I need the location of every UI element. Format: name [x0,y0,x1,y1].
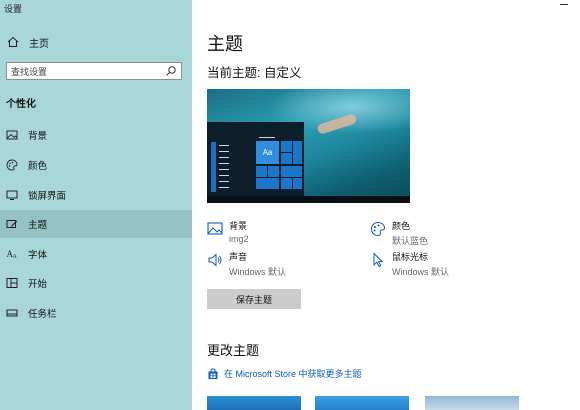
page-title: 主题 [207,34,243,54]
sidebar-item-home[interactable]: 主页 [6,34,49,50]
theme-thumbnail[interactable] [207,396,301,410]
preview-tile [293,178,302,189]
change-theme-title: 更改主题 [207,343,260,358]
mouse-cursor-icon [370,252,386,268]
store-link[interactable]: 在 Microsoft Store 中获取更多主题 [207,367,362,380]
sidebar: 设置 主页 查找设置 个性化 背景 颜色 锁屏界面 主题 A A 字体 开始 任… [0,0,192,410]
sidebar-item-label: 主题 [28,220,48,231]
cursor-name: 鼠标光标 [392,252,429,262]
search-input[interactable]: 查找设置 [6,62,182,80]
picture-icon [207,221,223,237]
sidebar-item-taskbar[interactable]: 任务栏 [0,299,192,327]
preview-tile [256,166,267,177]
svg-text:A: A [13,254,18,260]
palette-icon [6,159,18,171]
sound-setting[interactable]: 声音 Windows 默认 [207,250,286,278]
search-placeholder: 查找设置 [11,66,48,77]
preview-tile [293,141,302,164]
minimize-button[interactable] [560,4,568,5]
taskbar-icon [6,307,18,319]
window-title: 设置 [4,4,23,14]
preview-tile [268,166,279,177]
sidebar-item-label: 字体 [28,250,48,261]
sidebar-item-label: 开始 [28,279,48,290]
home-icon [6,35,20,49]
sidebar-item-background[interactable]: 背景 [0,121,192,149]
background-value: img2 [229,234,249,244]
font-icon: AA [6,248,18,260]
speaker-icon [207,252,223,268]
sound-value: Windows 默认 [229,267,287,277]
sidebar-item-font[interactable]: AA 字体 [0,240,192,268]
sidebar-item-label: 任务栏 [28,309,57,320]
picture-icon [6,129,18,141]
preview-tile [281,178,292,189]
start-icon [6,277,18,289]
sidebar-item-lock-screen[interactable]: 锁屏界面 [0,181,192,209]
main-content: 主题 当前主题: 自定义 Aa 背景 img2 颜色 默认蓝色 声音 Windo… [192,0,580,410]
preview-tile-aa: Aa [256,141,279,164]
cursor-value: Windows 默认 [392,267,450,277]
preview-tile [281,166,302,177]
background-setting[interactable]: 背景 img2 [207,219,249,244]
sidebar-item-theme[interactable]: 主题 [0,210,192,238]
palette-icon [370,221,386,237]
lock-screen-icon [6,189,18,201]
preview-taskbar [207,196,410,203]
sidebar-item-label: 锁屏界面 [28,191,67,202]
sidebar-item-start[interactable]: 开始 [0,269,192,297]
sidebar-item-label: 颜色 [28,161,48,172]
color-value: 默认蓝色 [392,236,429,246]
search-icon[interactable] [165,65,177,77]
home-label: 主页 [29,38,49,50]
theme-icon [6,218,18,230]
current-theme-label: 当前主题: 自定义 [207,66,302,80]
cursor-setting[interactable]: 鼠标光标 Windows 默认 [370,250,449,278]
preview-tile [256,178,279,189]
preview-tile [281,141,292,152]
color-name: 颜色 [392,221,411,231]
sound-name: 声音 [229,252,248,262]
sidebar-item-color[interactable]: 颜色 [0,151,192,179]
section-label: 个性化 [6,99,36,110]
sidebar-item-label: 背景 [28,131,48,142]
preview-accent-strip [211,142,216,192]
color-setting[interactable]: 颜色 默认蓝色 [370,219,428,247]
preview-tile [281,153,292,164]
theme-preview: Aa [207,89,410,203]
save-theme-button[interactable]: 保存主题 [207,289,301,309]
background-name: 背景 [229,221,248,231]
theme-thumbnail[interactable] [425,396,519,410]
store-bag-icon [207,367,219,380]
theme-thumbnail[interactable] [315,396,409,410]
store-link-label: 在 Microsoft Store 中获取更多主题 [224,369,362,379]
